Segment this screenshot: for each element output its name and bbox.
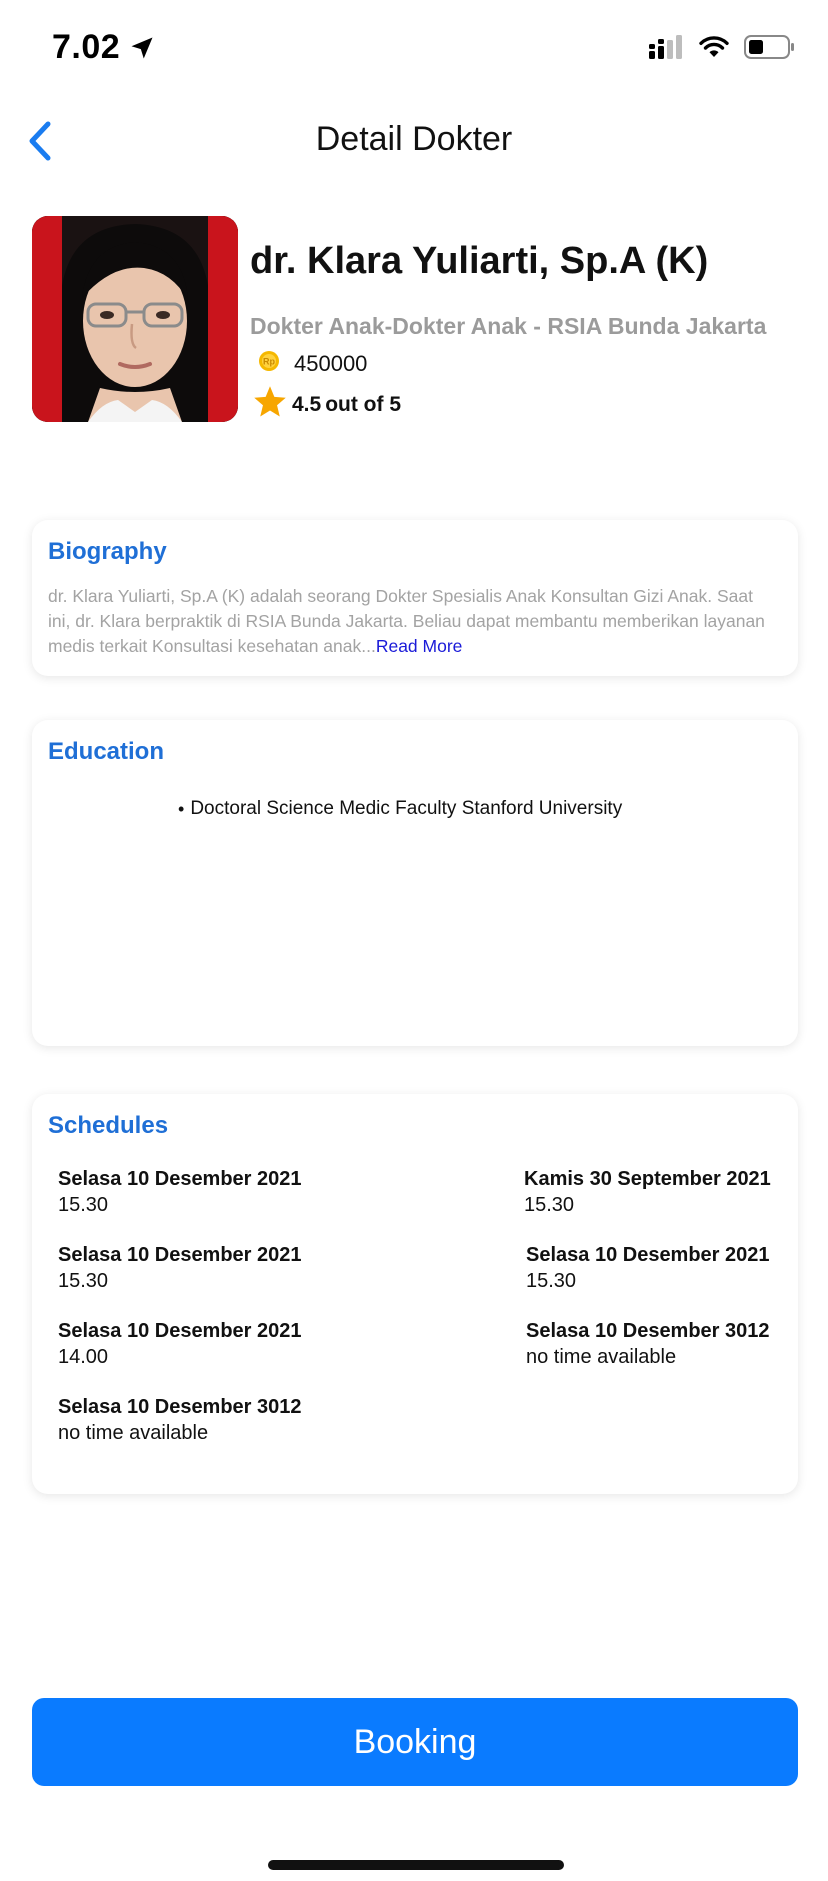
schedule-item[interactable]: Selasa 10 Desember 2021 15.30 (58, 1166, 338, 1218)
rating-suffix: out of 5 (325, 393, 402, 416)
doctor-specialty: Dokter Anak-Dokter Anak - RSIA Bunda Jak… (250, 313, 767, 339)
education-card: Education • Doctoral Science Medic Facul… (32, 720, 798, 1046)
bullet-icon: • (178, 798, 185, 819)
doctor-name: dr. Klara Yuliarti, Sp.A (K) (250, 240, 709, 282)
battery-icon (744, 34, 796, 60)
doctor-header: dr. Klara Yuliarti, Sp.A (K) Dokter Anak… (32, 216, 802, 426)
schedule-date: Selasa 10 Desember 2021 (58, 1244, 302, 1266)
rating-value: 4.5 (292, 393, 322, 416)
schedule-time: no time available (526, 1346, 677, 1368)
schedule-item[interactable]: Selasa 10 Desember 3012 no time availabl… (58, 1394, 338, 1446)
status-time-label: 7.02 (52, 28, 121, 66)
schedule-date: Kamis 30 September 2021 (524, 1168, 771, 1190)
wifi-icon (698, 35, 730, 59)
doctor-price: Rp 450000 (258, 350, 367, 378)
schedule-time: 15.30 (526, 1270, 577, 1292)
schedule-time: 15.30 (58, 1270, 109, 1292)
status-icons (648, 34, 796, 60)
doctor-avatar (32, 216, 238, 422)
page-title: Detail Dokter (315, 120, 513, 158)
booking-button[interactable]: Booking (32, 1698, 798, 1786)
doctor-rating: 4.5 out of 5 (252, 384, 401, 426)
schedule-item[interactable]: Selasa 10 Desember 2021 15.30 (58, 1242, 338, 1294)
status-time: 7.02 (52, 28, 156, 67)
status-bar: 7.02 (0, 0, 828, 100)
biography-card: Biography dr. Klara Yuliarti, Sp.A (K) a… (32, 520, 798, 676)
education-item: • Doctoral Science Medic Faculty Stanfor… (178, 798, 622, 820)
schedule-item[interactable]: Selasa 10 Desember 3012 no time availabl… (526, 1318, 806, 1370)
schedule-date: Selasa 10 Desember 3012 (526, 1320, 770, 1342)
schedule-time: 14.00 (58, 1346, 109, 1368)
navigation-bar: Detail Dokter (0, 110, 828, 170)
schedule-date: Selasa 10 Desember 2021 (526, 1244, 770, 1266)
education-item-text: Doctoral Science Medic Faculty Stanford … (190, 798, 623, 819)
location-arrow-icon (128, 34, 156, 62)
schedule-time: 15.30 (524, 1194, 575, 1216)
schedule-item[interactable]: Kamis 30 September 2021 15.30 (524, 1166, 804, 1218)
biography-title: Biography (48, 538, 167, 565)
coin-icon: Rp (258, 350, 280, 378)
home-indicator[interactable] (268, 1860, 564, 1870)
biography-text: dr. Klara Yuliarti, Sp.A (K) adalah seor… (48, 584, 780, 659)
read-more-link[interactable]: Read More (376, 636, 463, 656)
star-icon (252, 384, 288, 426)
schedule-date: Selasa 10 Desember 2021 (58, 1168, 302, 1190)
schedule-time: 15.30 (58, 1194, 109, 1216)
education-title: Education (48, 738, 165, 765)
schedule-date: Selasa 10 Desember 2021 (58, 1320, 302, 1342)
schedule-time: no time available (58, 1422, 209, 1444)
schedule-date: Selasa 10 Desember 3012 (58, 1396, 302, 1418)
cellular-signal-icon (648, 34, 684, 60)
svg-text:Rp: Rp (263, 357, 275, 367)
schedules-card: Schedules Selasa 10 Desember 2021 15.30 … (32, 1094, 798, 1494)
schedules-title: Schedules (48, 1112, 169, 1139)
schedule-item[interactable]: Selasa 10 Desember 2021 15.30 (526, 1242, 806, 1294)
price-value: 450000 (294, 351, 368, 376)
schedule-item[interactable]: Selasa 10 Desember 2021 14.00 (58, 1318, 338, 1370)
